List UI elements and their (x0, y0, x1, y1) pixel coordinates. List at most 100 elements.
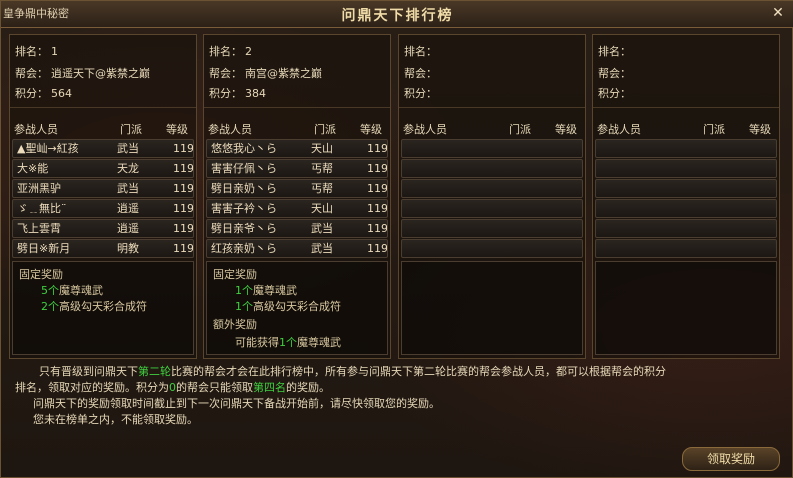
divider (399, 107, 585, 108)
members-header: 参战人员 (14, 123, 58, 136)
member-row-empty[interactable] (401, 159, 583, 178)
description-line: 您未在榜单之内，不能领取奖励。 (33, 413, 198, 426)
reward-box (401, 261, 583, 355)
member-row-empty[interactable] (401, 179, 583, 198)
divider (10, 107, 196, 108)
desc-text: 的帮会只能领取 (176, 381, 253, 394)
member-row-empty[interactable] (595, 179, 777, 198)
reward-line: 1个高级勾天彩合成符 (235, 298, 341, 314)
member-row[interactable]: 害害子衿丶ら 天山 119 (206, 199, 388, 218)
rank-value: 1 (51, 45, 58, 58)
score-label: 积分： (404, 87, 437, 100)
score-value: 384 (245, 87, 266, 100)
description-line: 只有晋级到问鼎天下第二轮比赛的帮会才会在此排行榜中，所有参与问鼎天下第二轮比赛的… (15, 364, 785, 380)
member-row-empty[interactable] (595, 199, 777, 218)
reward-title: 固定奖励 (213, 268, 257, 281)
reward-item: 魔尊魂武 (59, 284, 103, 297)
member-row-empty[interactable] (595, 139, 777, 158)
extra-reward-line: 可能获得1个魔尊魂武 (235, 334, 341, 350)
member-name: 悠悠我心丶ら (211, 142, 277, 155)
member-row-empty[interactable] (595, 159, 777, 178)
extra-reward-count: 1个 (279, 336, 297, 349)
member-level: 119 (173, 202, 193, 215)
members-header: 参战人员 (208, 123, 252, 136)
member-name: 大※能 (17, 162, 49, 175)
member-school: 武当 (117, 182, 139, 195)
extra-reward-prefix: 可能获得 (235, 336, 279, 349)
close-icon[interactable]: ✕ (770, 5, 786, 21)
member-row[interactable]: 劈日亲爷丶ら 武当 119 (206, 219, 388, 238)
member-school: 天山 (311, 202, 333, 215)
member-school: 天龙 (117, 162, 139, 175)
member-row[interactable]: ゞ﹎無比¨ 逍遥 119 (12, 199, 194, 218)
member-row[interactable]: 劈日※新月 明教 119 (12, 239, 194, 258)
member-row[interactable]: 大※能 天龙 119 (12, 159, 194, 178)
title-bar: 皇争鼎中秘密 问鼎天下排行榜 ✕ (1, 1, 793, 28)
member-row-empty[interactable] (401, 219, 583, 238)
reward-box: 固定奖励 5个魔尊魂武 2个高级勾天彩合成符 (12, 261, 194, 355)
member-row[interactable]: 红孩亲奶丶ら 武当 119 (206, 239, 388, 258)
member-row[interactable]: ▲聖屾→紅孩 武当 119 (12, 139, 194, 158)
member-level: 119 (173, 162, 193, 175)
member-name: 害害仔佩丶ら (211, 162, 277, 175)
member-row-empty[interactable] (401, 139, 583, 158)
rank-info: 排名： (404, 43, 440, 59)
description: 只有晋级到问鼎天下第二轮比赛的帮会才会在此排行榜中，所有参与问鼎天下第二轮比赛的… (15, 364, 785, 428)
level-header: 等级 (360, 123, 382, 136)
member-row[interactable]: 亚洲黑驴 武当 119 (12, 179, 194, 198)
window-title: 问鼎天下排行榜 (341, 8, 454, 24)
member-row-empty[interactable] (401, 239, 583, 258)
member-level: 119 (367, 162, 387, 175)
reward-line: 1个魔尊魂武 (235, 282, 297, 298)
description-line: 排名，领取对应的奖励。积分为0的帮会只能领取第四名的奖励。 (15, 380, 785, 396)
reward-box: 固定奖励 1个魔尊魂武 1个高级勾天彩合成符 额外奖励 可能获得1个魔尊魂武 (206, 261, 388, 355)
member-row-empty[interactable] (595, 239, 777, 258)
school-header: 门派 (703, 123, 725, 136)
member-row-empty[interactable] (595, 219, 777, 238)
claim-reward-button[interactable]: 领取奖励 (682, 447, 780, 471)
members-header: 参战人员 (403, 123, 447, 136)
rank-value: 2 (245, 45, 252, 58)
member-level: 119 (367, 242, 387, 255)
extra-reward-item: 魔尊魂武 (297, 336, 341, 349)
divider (593, 107, 779, 108)
reward-line: 2个高级勾天彩合成符 (41, 298, 147, 314)
rank-label: 排名： (209, 45, 242, 58)
member-level: 119 (367, 182, 387, 195)
desc-text: 的奖励。 (286, 381, 330, 394)
reward-count: 1个 (235, 300, 253, 313)
member-name: 害害子衿丶ら (211, 202, 277, 215)
reward-box (595, 261, 777, 355)
guild-info: 帮会： (598, 65, 634, 81)
school-header: 门派 (120, 123, 142, 136)
guild-label: 帮会： (404, 67, 437, 80)
member-school: 武当 (311, 242, 333, 255)
member-row[interactable]: 害害仔佩丶ら 丐帮 119 (206, 159, 388, 178)
desc-text: 排名，领取对应的奖励。积分为 (15, 381, 169, 394)
reward-item: 高级勾天彩合成符 (253, 300, 341, 313)
member-name: ゞ﹎無比¨ (17, 202, 67, 215)
score-label: 积分： (598, 87, 631, 100)
member-level: 119 (173, 242, 193, 255)
member-name: 劈日亲奶丶ら (211, 182, 277, 195)
score-value: 564 (51, 87, 72, 100)
school-header: 门派 (509, 123, 531, 136)
member-row[interactable]: 劈日亲奶丶ら 丐帮 119 (206, 179, 388, 198)
rank-label: 排名： (404, 45, 437, 58)
guild-label: 帮会： (15, 67, 48, 80)
desc-highlight: 0 (169, 381, 176, 394)
score-info: 积分： (598, 85, 634, 101)
desc-text: 比赛的帮会才会在此排行榜中，所有参与问鼎天下第二轮比赛的帮会参战人员，都可以根据… (171, 365, 666, 378)
guild-panel-3: 排名： 帮会： 积分： 参战人员 门派 等级 (398, 34, 586, 359)
reward-title: 固定奖励 (19, 268, 63, 281)
member-row-empty[interactable] (401, 199, 583, 218)
level-header: 等级 (749, 123, 771, 136)
member-row[interactable]: 飞上雲霄 逍遥 119 (12, 219, 194, 238)
member-level: 119 (173, 222, 193, 235)
guild-label: 帮会： (598, 67, 631, 80)
guild-panel-4: 排名： 帮会： 积分： 参战人员 门派 等级 (592, 34, 780, 359)
rank-info: 排名： 1 (15, 43, 58, 59)
member-row[interactable]: 悠悠我心丶ら 天山 119 (206, 139, 388, 158)
guild-panel-1: 排名： 1 帮会： 逍遥天下@紫禁之巅 积分： 564 参战人员 门派 等级 ▲聖屾→… (9, 34, 197, 359)
member-level: 119 (173, 182, 193, 195)
